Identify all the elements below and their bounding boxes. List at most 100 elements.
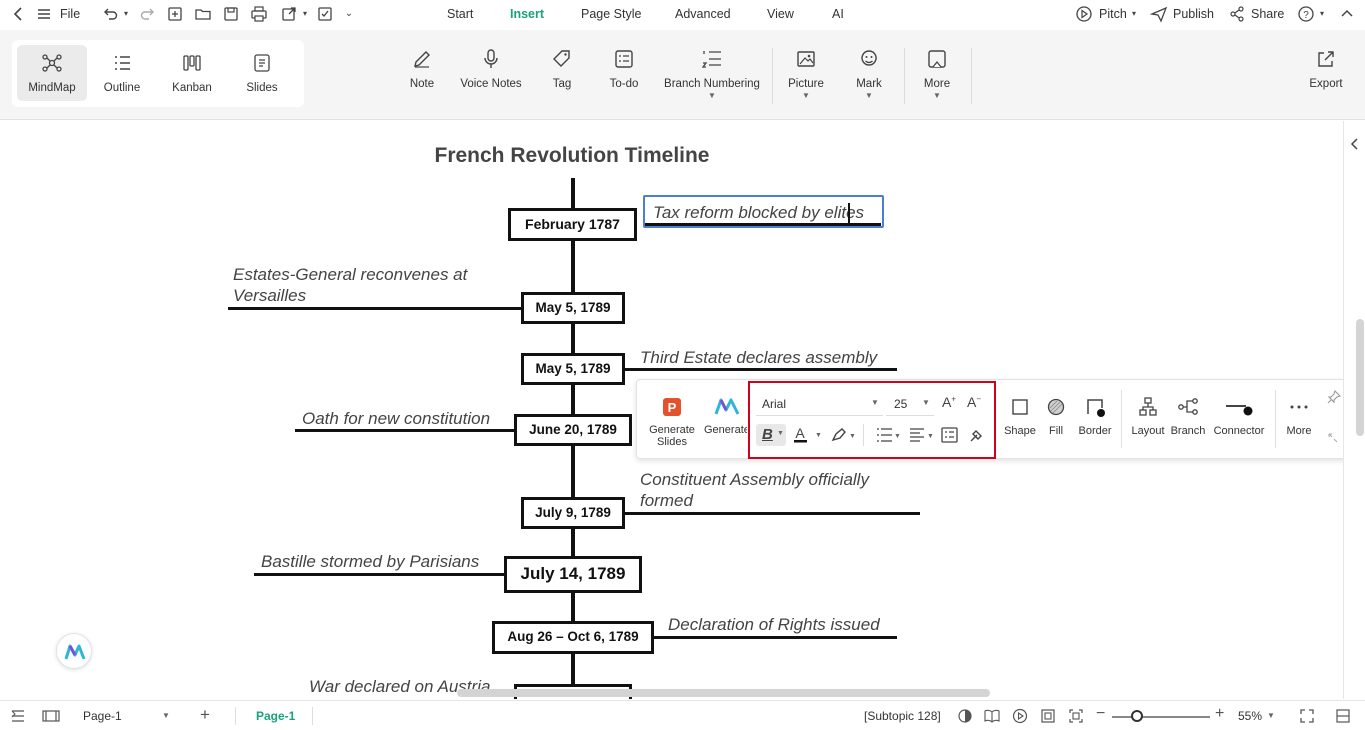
connector-button[interactable]: Connector: [1209, 396, 1269, 437]
tab-view[interactable]: View: [767, 7, 794, 21]
fullscreen-icon[interactable]: [1299, 708, 1315, 724]
zoom-level[interactable]: 55%: [1238, 709, 1262, 723]
page-list-icon[interactable]: [10, 708, 26, 724]
add-page-icon[interactable]: +: [200, 705, 210, 725]
branch-numbering-button[interactable]: Branch Numbering ▼: [662, 48, 762, 100]
tab-insert[interactable]: Insert: [510, 7, 544, 21]
event-topic[interactable]: Constituent Assembly officially: [640, 469, 869, 490]
zoom-slider-handle[interactable]: [1131, 710, 1144, 722]
date-node[interactable]: July 14, 1789: [504, 556, 642, 593]
zoom-in-icon[interactable]: +: [1215, 705, 1224, 723]
numbering-button[interactable]: ▼: [875, 426, 901, 447]
page-select[interactable]: Page-1: [83, 709, 122, 723]
voice-notes-button[interactable]: Voice Notes: [458, 48, 524, 90]
help-dropdown-icon[interactable]: ▾: [1313, 5, 1331, 23]
font-size-select[interactable]: 25 ▼: [886, 392, 934, 416]
print-icon[interactable]: [250, 5, 268, 23]
shape-button[interactable]: Shape: [999, 396, 1041, 437]
ai-assistant-button[interactable]: [56, 633, 92, 669]
play-slideshow-icon[interactable]: [1012, 708, 1028, 724]
kanban-view-button[interactable]: Kanban: [157, 45, 227, 101]
theme-icon[interactable]: [957, 708, 973, 724]
export-button[interactable]: Export: [1305, 48, 1347, 90]
highlight-button[interactable]: ▼: [831, 426, 857, 447]
more-format-button[interactable]: More: [1281, 396, 1317, 437]
note-button[interactable]: Note: [403, 48, 441, 90]
publish-button[interactable]: Publish: [1173, 7, 1214, 21]
map-title[interactable]: French Revolution Timeline: [362, 144, 782, 168]
layout-button[interactable]: Layout: [1127, 396, 1169, 437]
slides-view-button[interactable]: Slides: [227, 45, 297, 101]
vertical-scrollbar[interactable]: [1356, 319, 1364, 436]
event-topic-continued[interactable]: Versailles: [233, 285, 306, 306]
collapse-ribbon-icon[interactable]: [1338, 5, 1356, 23]
pin-icon[interactable]: [1327, 389, 1342, 407]
checklist-icon[interactable]: [316, 5, 334, 23]
date-node[interactable]: February 1787: [508, 208, 637, 241]
pitch-button[interactable]: Pitch: [1099, 7, 1127, 21]
back-icon[interactable]: [10, 5, 28, 23]
horizontal-scrollbar[interactable]: [457, 689, 990, 697]
resize-handle-icon[interactable]: [1327, 432, 1339, 447]
tag-button[interactable]: Tag: [544, 48, 580, 90]
publish-icon[interactable]: [1149, 5, 1168, 23]
event-topic[interactable]: Oath for new constitution: [302, 408, 490, 429]
save-icon[interactable]: [222, 5, 240, 23]
date-node[interactable]: May 5, 1789: [521, 353, 625, 385]
menu-icon[interactable]: [35, 5, 53, 23]
page-tab-active[interactable]: Page-1: [256, 709, 295, 723]
tab-ai[interactable]: AI: [832, 7, 844, 21]
outline-view-button[interactable]: Outline: [87, 45, 157, 101]
pitch-dropdown-icon[interactable]: ▾: [1125, 5, 1143, 23]
date-node[interactable]: July 9, 1789: [521, 497, 625, 529]
expand-panel-icon[interactable]: [1347, 136, 1363, 155]
zoom-out-icon[interactable]: −: [1096, 705, 1105, 723]
event-topic[interactable]: Bastille stormed by Parisians: [261, 551, 479, 572]
text-style-button[interactable]: [941, 426, 959, 447]
event-topic-selected[interactable]: Tax reform blocked by elites: [653, 202, 864, 223]
mindmap-view-button[interactable]: MindMap: [17, 45, 87, 101]
todo-button[interactable]: To-do: [604, 48, 644, 90]
bold-button[interactable]: B ▼: [756, 424, 786, 446]
tab-page-style[interactable]: Page Style: [581, 7, 641, 21]
more-button[interactable]: More ▼: [917, 48, 957, 100]
decrease-font-icon[interactable]: A−: [967, 394, 981, 410]
increase-font-icon[interactable]: A+: [942, 394, 956, 410]
event-topic-continued[interactable]: formed: [640, 490, 693, 511]
book-view-icon[interactable]: [984, 708, 1000, 724]
date-node[interactable]: Aug 26 – Oct 6, 1789: [492, 621, 654, 654]
mark-button[interactable]: Mark ▼: [849, 48, 889, 100]
font-color-button[interactable]: A ▼: [793, 425, 823, 448]
date-node[interactable]: May 5, 1789: [521, 292, 625, 324]
undo-dropdown-icon[interactable]: ▾: [117, 5, 135, 23]
new-file-icon[interactable]: [166, 5, 184, 23]
export-dropdown-icon[interactable]: ▾: [296, 5, 314, 23]
fill-button[interactable]: Fill: [1039, 396, 1073, 437]
branch-button[interactable]: Branch: [1167, 396, 1209, 437]
date-node[interactable]: June 20, 1789: [514, 414, 632, 446]
align-button[interactable]: ▼: [908, 426, 934, 447]
fit-width-icon[interactable]: [1068, 708, 1084, 724]
zoom-dropdown-icon[interactable]: ▼: [1267, 711, 1275, 720]
event-topic[interactable]: Third Estate declares assembly: [640, 347, 877, 368]
share-icon[interactable]: [1228, 5, 1246, 23]
generate-button[interactable]: Generate: [703, 396, 747, 436]
redo-icon[interactable]: [139, 5, 157, 23]
pitch-icon[interactable]: [1075, 5, 1093, 23]
open-folder-icon[interactable]: [194, 5, 212, 23]
customize-dropdown-icon[interactable]: ⌄: [340, 5, 358, 23]
event-topic[interactable]: Estates-General reconvenes at: [233, 264, 467, 285]
generate-slides-button[interactable]: P Generate Slides: [643, 396, 701, 448]
share-button[interactable]: Share: [1251, 7, 1284, 21]
file-menu[interactable]: File: [60, 7, 80, 21]
collapse-panel-icon[interactable]: [1335, 708, 1351, 724]
tab-advanced[interactable]: Advanced: [675, 7, 731, 21]
font-family-select[interactable]: Arial ▼: [756, 392, 883, 416]
zoom-slider-track[interactable]: [1112, 716, 1210, 718]
page-select-dropdown-icon[interactable]: ▼: [162, 711, 170, 720]
event-topic[interactable]: Declaration of Rights issued: [668, 614, 880, 635]
format-painter-button[interactable]: [968, 426, 986, 447]
border-button[interactable]: Border: [1074, 396, 1116, 437]
tab-start[interactable]: Start: [447, 7, 473, 21]
fit-page-icon[interactable]: [1040, 708, 1056, 724]
